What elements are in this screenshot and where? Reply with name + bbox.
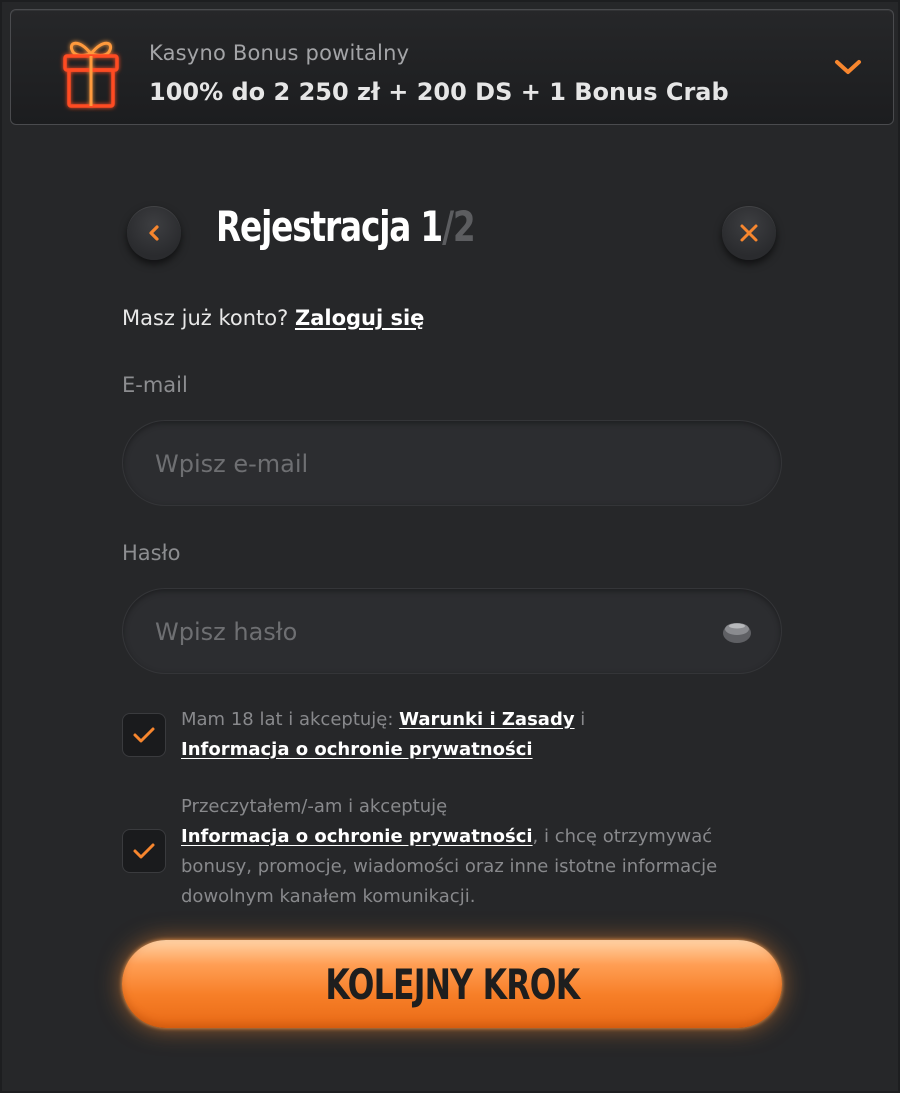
close-button[interactable] [722,206,776,260]
checkmark-icon [133,843,155,859]
bonus-subtitle: Kasyno Bonus powitalny [149,41,410,65]
back-button[interactable] [127,206,181,260]
next-step-label: KOLEJNY KROK [324,959,580,1009]
password-field-wrapper [122,588,782,675]
email-input[interactable] [153,421,717,507]
next-step-button[interactable]: KOLEJNY KROK [122,940,782,1028]
marketing-checkbox[interactable] [122,829,166,873]
login-prompt: Masz już konto? Zaloguj się [122,306,424,330]
login-link[interactable]: Zaloguj się [295,306,424,330]
close-icon [740,224,758,242]
checkmark-icon [133,727,155,743]
terms-link[interactable]: Warunki i Zasady [399,709,574,730]
terms-checkbox[interactable] [122,713,166,757]
chevron-left-icon [149,225,159,241]
eye-icon[interactable] [721,617,753,647]
terms-consent-text: Mam 18 lat i akceptuję: Warunki i Zasady… [181,705,781,765]
consent-text: Przeczytałem/-am i akceptuję [181,796,448,817]
chevron-down-icon[interactable] [833,56,863,78]
password-input[interactable] [153,589,717,675]
registration-panel: Kasyno Bonus powitalny 100% do 2 250 zł … [0,0,900,1093]
privacy-link[interactable]: Informacja o ochronie prywatności [181,826,533,847]
email-label: E-mail [122,373,188,397]
marketing-consent-text: Przeczytałem/-am i akceptuję Informacja … [181,792,781,912]
gift-icon [63,41,119,108]
page-title: Rejestracja 1/2 [216,202,476,251]
email-field-wrapper [122,420,782,507]
password-label: Hasło [122,541,181,565]
consent-text: i [580,709,586,730]
step-current: Rejestracja 1 [216,202,443,251]
login-prompt-text: Masz już konto? [122,306,289,330]
welcome-bonus-banner[interactable]: Kasyno Bonus powitalny 100% do 2 250 zł … [10,9,894,125]
consent-text: Mam 18 lat i akceptuję: [181,709,394,730]
bonus-title: 100% do 2 250 zł + 200 DS + 1 Bonus Crab [149,78,729,106]
step-total: /2 [442,202,476,251]
privacy-link[interactable]: Informacja o ochronie prywatności [181,739,533,760]
